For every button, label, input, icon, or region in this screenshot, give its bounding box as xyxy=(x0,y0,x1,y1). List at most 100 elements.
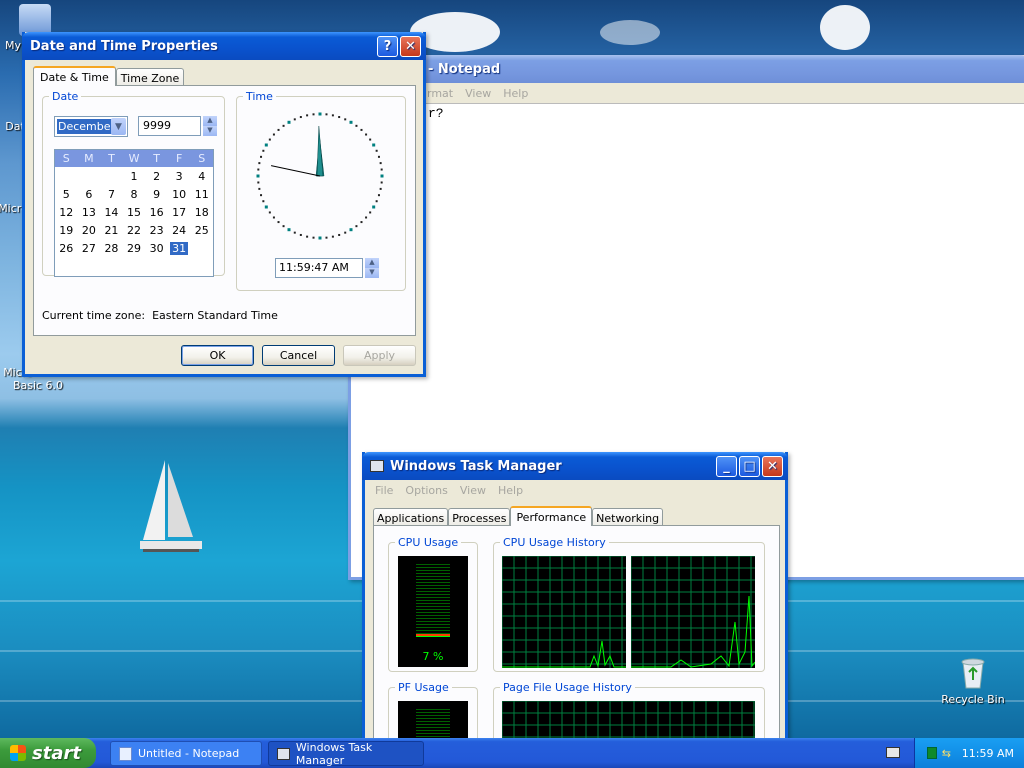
calendar-day-number: 2 xyxy=(153,169,161,183)
tab-applications[interactable]: Applications xyxy=(373,508,449,526)
clock-hour-mark xyxy=(349,228,353,232)
notepad-menu-format[interactable]: rmat xyxy=(421,87,459,100)
keyboard-icon[interactable] xyxy=(886,747,900,758)
taskbar-clock[interactable]: 11:59 AM xyxy=(962,747,1014,760)
menu-view[interactable]: View xyxy=(454,484,492,497)
taskmgr-close-button[interactable]: ✕ xyxy=(762,455,783,477)
calendar-day[interactable]: 1 xyxy=(123,167,146,185)
year-input[interactable]: 9999 xyxy=(138,116,201,136)
calendar-day[interactable]: 30 xyxy=(145,239,168,257)
taskmgr-titlebar[interactable]: Windows Task Manager _ □ ✕ xyxy=(362,452,788,480)
calendar-day[interactable]: 17 xyxy=(168,203,191,221)
clock-minute-mark xyxy=(268,138,271,141)
calendar-day[interactable]: 2 xyxy=(145,167,168,185)
cancel-button[interactable]: Cancel xyxy=(262,345,335,366)
calendar-day[interactable]: 4 xyxy=(190,167,213,185)
help-button[interactable]: ? xyxy=(377,35,398,57)
taskbar-item-taskmgr[interactable]: Windows Task Manager xyxy=(268,741,424,767)
calendar-day-number: 15 xyxy=(127,205,142,219)
notepad-titlebar[interactable]: - Notepad xyxy=(348,55,1024,83)
tab-date-time[interactable]: Date & Time xyxy=(33,66,116,86)
clock-minute-mark xyxy=(312,113,315,116)
network-icon[interactable]: ⇆ xyxy=(942,747,954,760)
apply-button[interactable]: Apply xyxy=(343,345,416,366)
calendar-day[interactable]: 23 xyxy=(145,221,168,239)
year-down-arrow-icon[interactable]: ▼ xyxy=(203,126,217,136)
clock-minute-mark xyxy=(365,133,368,136)
calendar-day[interactable]: 14 xyxy=(100,203,123,221)
calendar-day[interactable]: 25 xyxy=(190,221,213,239)
calendar-day[interactable]: 26 xyxy=(55,239,78,257)
calendar-day[interactable]: 21 xyxy=(100,221,123,239)
calendar-day[interactable]: 16 xyxy=(145,203,168,221)
menu-options[interactable]: Options xyxy=(399,484,453,497)
ok-button[interactable]: OK xyxy=(181,345,254,366)
notepad-menu-help[interactable]: Help xyxy=(497,87,534,100)
year-stepper[interactable]: 9999 ▲ ▼ xyxy=(138,116,218,137)
tab-time-zone[interactable]: Time Zone xyxy=(115,68,185,86)
calendar-day-number: 28 xyxy=(104,241,119,255)
calendar-day[interactable]: 24 xyxy=(168,221,191,239)
tab-performance[interactable]: Performance xyxy=(510,506,593,526)
calendar-day[interactable]: 22 xyxy=(123,221,146,239)
calendar-day-number: 27 xyxy=(81,241,96,255)
calendar-day[interactable]: 11 xyxy=(190,185,213,203)
clock-minute-mark xyxy=(338,233,341,236)
calendar-empty-cell xyxy=(78,167,101,185)
calendar-day[interactable]: 27 xyxy=(78,239,101,257)
taskbar-item-notepad[interactable]: Untitled - Notepad xyxy=(110,741,262,766)
calendar-day[interactable]: 9 xyxy=(145,185,168,203)
maximize-button[interactable]: □ xyxy=(739,455,760,477)
datetime-titlebar[interactable]: Date and Time Properties ? ✕ xyxy=(22,32,426,60)
calendar-day-selected[interactable]: 31 xyxy=(168,239,191,257)
calendar-day[interactable]: 7 xyxy=(100,185,123,203)
minimize-button[interactable]: _ xyxy=(716,455,737,477)
calendar-day[interactable]: 15 xyxy=(123,203,146,221)
time-input[interactable]: 11:59:47 AM xyxy=(275,258,363,278)
calendar-day[interactable]: 13 xyxy=(78,203,101,221)
month-select[interactable]: December ▼ xyxy=(54,116,128,137)
calendar-day[interactable]: 8 xyxy=(123,185,146,203)
clock-minute-mark xyxy=(306,235,309,238)
close-button[interactable]: ✕ xyxy=(400,35,421,57)
clock-minute-mark xyxy=(299,116,302,119)
calendar-day[interactable]: 29 xyxy=(123,239,146,257)
year-up-arrow-icon[interactable]: ▲ xyxy=(203,116,217,126)
notepad-menu-view[interactable]: View xyxy=(459,87,497,100)
clock-minute-mark xyxy=(260,155,263,158)
menu-help[interactable]: Help xyxy=(492,484,529,497)
clock-hour-mark xyxy=(372,143,376,147)
calendar-day[interactable]: 6 xyxy=(78,185,101,203)
calendar-day[interactable]: 12 xyxy=(55,203,78,221)
calendar-day[interactable]: 28 xyxy=(100,239,123,257)
weekday-header: F xyxy=(176,152,183,165)
calendar-day-number: 5 xyxy=(62,187,70,201)
clock-hour-mark xyxy=(372,205,376,209)
tab-networking[interactable]: Networking xyxy=(592,508,664,526)
clock-minute-mark xyxy=(377,194,380,197)
calendar-day[interactable]: 20 xyxy=(78,221,101,239)
calendar-day-number: 13 xyxy=(81,205,96,219)
chevron-down-icon[interactable]: ▼ xyxy=(111,118,126,135)
cpu-meter-tray-icon[interactable] xyxy=(926,747,937,759)
calendar-day[interactable]: 5 xyxy=(55,185,78,203)
desktop-icon-recycle-bin[interactable]: Recycle Bin xyxy=(938,656,1008,706)
time-down-arrow-icon[interactable]: ▼ xyxy=(365,268,379,278)
time-stepper[interactable]: 11:59:47 AM ▲ ▼ xyxy=(275,258,385,279)
calendar-day[interactable]: 19 xyxy=(55,221,78,239)
calendar-day[interactable]: 18 xyxy=(190,203,213,221)
calendar-day[interactable]: 10 xyxy=(168,185,191,203)
tab-processes[interactable]: Processes xyxy=(448,508,511,526)
clock-hour-mark xyxy=(318,112,322,116)
minimize-icon: _ xyxy=(723,458,730,474)
datetime-tab-panel: Date December ▼ 9999 ▲ ▼ SMTWTFS 1234567… xyxy=(33,85,416,336)
clock-minute-mark xyxy=(262,200,265,203)
time-up-arrow-icon[interactable]: ▲ xyxy=(365,258,379,268)
start-button[interactable]: start xyxy=(0,738,96,768)
calendar-day[interactable]: 3 xyxy=(168,167,191,185)
clock-minute-mark xyxy=(355,225,358,228)
cpu-usage-group: CPU Usage 7 % xyxy=(388,536,478,672)
menu-file[interactable]: File xyxy=(369,484,399,497)
close-icon: ✕ xyxy=(405,38,416,54)
clock-minute-mark xyxy=(380,168,383,171)
